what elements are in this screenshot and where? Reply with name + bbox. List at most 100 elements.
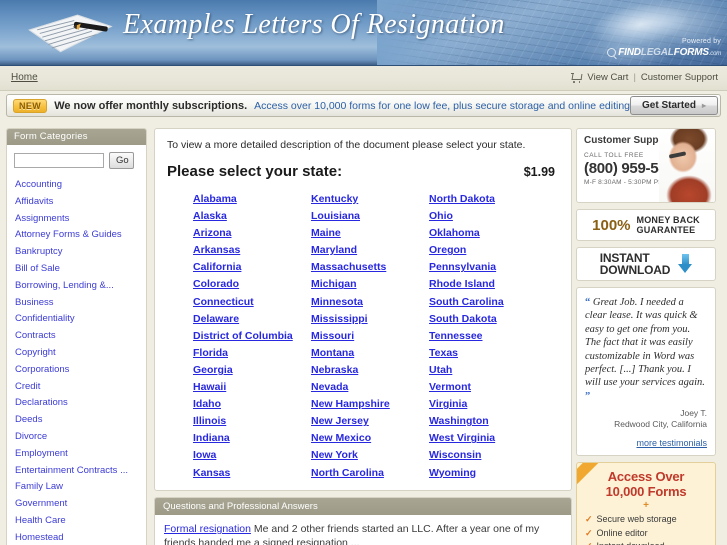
- state-link-pennsylvania[interactable]: Pennsylvania: [429, 259, 547, 276]
- state-link-michigan[interactable]: Michigan: [311, 276, 429, 293]
- state-link-alabama[interactable]: Alabama: [193, 191, 311, 208]
- state-link-kansas[interactable]: Kansas: [193, 465, 311, 482]
- state-link-nebraska[interactable]: Nebraska: [311, 362, 429, 379]
- state-link-ohio[interactable]: Ohio: [429, 208, 547, 225]
- get-started-button[interactable]: Get Started ▸: [630, 96, 718, 115]
- state-link-montana[interactable]: Montana: [311, 345, 429, 362]
- qa-question-link[interactable]: Formal resignation: [164, 523, 251, 535]
- customer-support-link[interactable]: Customer Support: [641, 72, 718, 83]
- sidebar-item-attorney-forms-guides[interactable]: Attorney Forms & Guides: [15, 227, 146, 244]
- sidebar-item-accounting[interactable]: Accounting: [15, 177, 146, 194]
- sidebar-item-credit[interactable]: Credit: [15, 379, 146, 396]
- select-state-heading: Please select your state:: [167, 163, 343, 180]
- sidebar-item-bankruptcy[interactable]: Bankruptcy: [15, 244, 146, 261]
- testimonial-location: Redwood City, California: [614, 419, 707, 430]
- intro-text: To view a more detailed description of t…: [167, 139, 526, 151]
- sidebar-item-government[interactable]: Government: [15, 496, 146, 513]
- state-link-maine[interactable]: Maine: [311, 225, 429, 242]
- state-link-louisiana[interactable]: Louisiana: [311, 208, 429, 225]
- state-link-delaware[interactable]: Delaware: [193, 311, 311, 328]
- state-link-tennessee[interactable]: Tennessee: [429, 328, 547, 345]
- state-link-new-york[interactable]: New York: [311, 447, 429, 464]
- money-back-line2: GUARANTEE: [636, 225, 696, 235]
- state-link-massachusetts[interactable]: Massachusetts: [311, 259, 429, 276]
- state-column-3: North Dakota Ohio Oklahoma Oregon Pennsy…: [429, 191, 547, 482]
- site-header-banner: Examples Letters Of Resignation Powered …: [0, 0, 727, 66]
- breadcrumb-home-link[interactable]: Home: [11, 72, 38, 83]
- sidebar-item-assignments[interactable]: Assignments: [15, 211, 146, 228]
- sidebar-item-deeds[interactable]: Deeds: [15, 412, 146, 429]
- view-cart-link[interactable]: View Cart: [587, 72, 628, 83]
- state-link-district-of-columbia[interactable]: District of Columbia: [193, 328, 311, 345]
- brand-tld: .com: [708, 50, 721, 57]
- go-button[interactable]: Go: [109, 152, 134, 169]
- state-link-north-carolina[interactable]: North Carolina: [311, 465, 429, 482]
- state-link-new-hampshire[interactable]: New Hampshire: [311, 396, 429, 413]
- state-link-mississippi[interactable]: Mississippi: [311, 311, 429, 328]
- state-link-alaska[interactable]: Alaska: [193, 208, 311, 225]
- magnifier-icon: [607, 47, 617, 57]
- state-link-hawaii[interactable]: Hawaii: [193, 379, 311, 396]
- sidebar-item-borrowing-lending[interactable]: Borrowing, Lending &...: [15, 278, 146, 295]
- sidebar-item-contracts[interactable]: Contracts: [15, 328, 146, 345]
- sidebar-item-declarations[interactable]: Declarations: [15, 395, 146, 412]
- search-input[interactable]: [14, 153, 104, 168]
- state-link-south-carolina[interactable]: South Carolina: [429, 294, 547, 311]
- state-link-utah[interactable]: Utah: [429, 362, 547, 379]
- nav-utility-links: View Cart | Customer Support: [571, 72, 718, 83]
- sidebar-item-affidavits[interactable]: Affidavits: [15, 194, 146, 211]
- sidebar-item-confidentiality[interactable]: Confidentiality: [15, 311, 146, 328]
- state-link-connecticut[interactable]: Connecticut: [193, 294, 311, 311]
- check-icon: ✓: [585, 514, 593, 525]
- benefit-2-label: Online editor: [596, 527, 648, 538]
- support-agent-photo: [659, 129, 715, 202]
- state-link-iowa[interactable]: Iowa: [193, 447, 311, 464]
- state-link-colorado[interactable]: Colorado: [193, 276, 311, 293]
- state-link-florida[interactable]: Florida: [193, 345, 311, 362]
- state-link-illinois[interactable]: Illinois: [193, 413, 311, 430]
- state-link-minnesota[interactable]: Minnesota: [311, 294, 429, 311]
- state-link-texas[interactable]: Texas: [429, 345, 547, 362]
- more-testimonials-link[interactable]: more testimonials: [636, 438, 707, 448]
- state-link-california[interactable]: California: [193, 259, 311, 276]
- get-started-label: Get Started: [642, 100, 696, 111]
- state-link-new-mexico[interactable]: New Mexico: [311, 430, 429, 447]
- subscription-benefit-1: ✓ Secure web storage: [585, 513, 707, 527]
- sidebar-item-homestead[interactable]: Homestead: [15, 530, 146, 545]
- state-link-kentucky[interactable]: Kentucky: [311, 191, 429, 208]
- sidebar-item-divorce[interactable]: Divorce: [15, 429, 146, 446]
- state-link-indiana[interactable]: Indiana: [193, 430, 311, 447]
- state-link-new-jersey[interactable]: New Jersey: [311, 413, 429, 430]
- sidebar-item-employment[interactable]: Employment: [15, 446, 146, 463]
- sidebar-item-business[interactable]: Business: [15, 295, 146, 312]
- sidebar-item-bill-of-sale[interactable]: Bill of Sale: [15, 261, 146, 278]
- state-link-west-virginia[interactable]: West Virginia: [429, 430, 547, 447]
- state-link-oregon[interactable]: Oregon: [429, 242, 547, 259]
- state-link-south-dakota[interactable]: South Dakota: [429, 311, 547, 328]
- promo-subtext[interactable]: Access over 10,000 forms for one low fee…: [254, 100, 630, 112]
- sidebar-item-entertainment-contracts[interactable]: Entertainment Contracts ...: [15, 463, 146, 480]
- state-link-washington[interactable]: Washington: [429, 413, 547, 430]
- state-link-arizona[interactable]: Arizona: [193, 225, 311, 242]
- state-link-oklahoma[interactable]: Oklahoma: [429, 225, 547, 242]
- state-link-rhode-island[interactable]: Rhode Island: [429, 276, 547, 293]
- state-link-wisconsin[interactable]: Wisconsin: [429, 447, 547, 464]
- check-icon: ✓: [585, 527, 593, 538]
- sidebar-item-copyright[interactable]: Copyright: [15, 345, 146, 362]
- state-link-wyoming[interactable]: Wyoming: [429, 465, 547, 482]
- state-link-vermont[interactable]: Vermont: [429, 379, 547, 396]
- price-label: $1.99: [523, 165, 555, 179]
- state-link-maryland[interactable]: Maryland: [311, 242, 429, 259]
- state-link-virginia[interactable]: Virginia: [429, 396, 547, 413]
- state-link-georgia[interactable]: Georgia: [193, 362, 311, 379]
- state-link-north-dakota[interactable]: North Dakota: [429, 191, 547, 208]
- state-link-missouri[interactable]: Missouri: [311, 328, 429, 345]
- findlegalforms-logo[interactable]: FINDLEGALFORMS.com: [607, 47, 721, 58]
- state-link-nevada[interactable]: Nevada: [311, 379, 429, 396]
- state-link-arkansas[interactable]: Arkansas: [193, 242, 311, 259]
- sidebar-item-health-care[interactable]: Health Care: [15, 513, 146, 530]
- sidebar-item-family-law[interactable]: Family Law: [15, 479, 146, 496]
- subscription-title-line1: Access Over: [607, 469, 685, 485]
- sidebar-item-corporations[interactable]: Corporations: [15, 362, 146, 379]
- state-link-idaho[interactable]: Idaho: [193, 396, 311, 413]
